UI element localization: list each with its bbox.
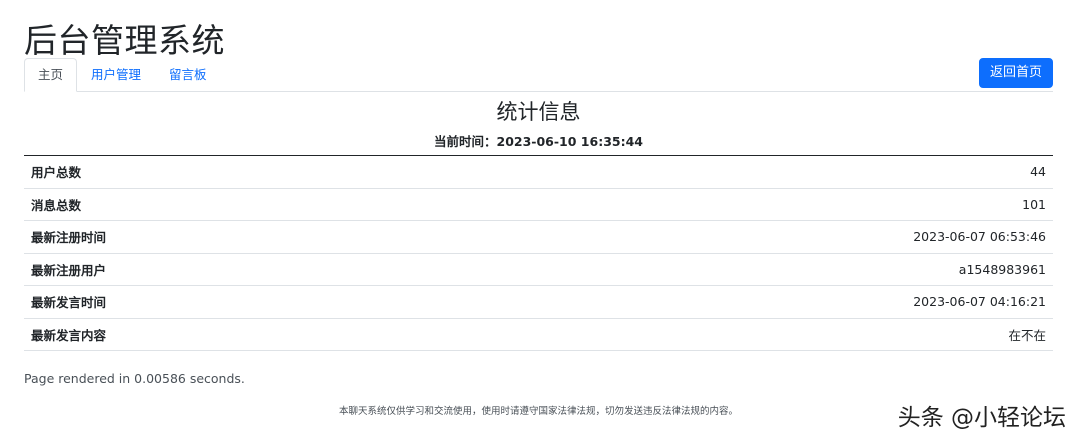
table-row: 最新注册用户 a1548983961 bbox=[24, 253, 1053, 286]
row-value-latest-register-user: a1548983961 bbox=[412, 253, 1053, 286]
back-to-home-button[interactable]: 返回首页 bbox=[978, 58, 1053, 88]
row-label-latest-post-content: 最新发言内容 bbox=[24, 318, 413, 351]
row-label-total-messages: 消息总数 bbox=[24, 188, 413, 221]
row-value-latest-post-content: 在不在 bbox=[412, 318, 1053, 351]
row-label-latest-register-user: 最新注册用户 bbox=[24, 253, 413, 286]
app-title: 后台管理系统 bbox=[24, 21, 225, 60]
row-value-total-messages: 101 bbox=[412, 188, 1053, 221]
current-time: 当前时间：2023-06-10 16:35:44 bbox=[24, 131, 1053, 150]
current-time-value: 2023-06-10 16:35:44 bbox=[496, 134, 644, 149]
stats-title: 统计信息 bbox=[496, 100, 581, 124]
row-value-latest-post-time: 2023-06-07 04:16:21 bbox=[412, 285, 1053, 319]
row-label-latest-register-time: 最新注册时间 bbox=[24, 220, 413, 254]
row-value-latest-register-time: 2023-06-07 06:53:46 bbox=[412, 220, 1053, 254]
table-row: 最新发言时间 2023-06-07 04:16:21 bbox=[24, 285, 1053, 319]
table-row: 最新注册时间 2023-06-07 06:53:46 bbox=[24, 220, 1053, 254]
watermark: 头条 @小轻论坛 bbox=[897, 405, 1066, 431]
table-row: 最新发言内容 在不在 bbox=[24, 318, 1053, 351]
stats-table: 用户总数 44 消息总数 101 最新注册时间 2023-06-07 06:53… bbox=[24, 155, 1053, 351]
tab-home[interactable]: 主页 bbox=[24, 58, 78, 92]
table-row: 用户总数 44 bbox=[24, 155, 1053, 189]
row-label-total-users: 用户总数 bbox=[24, 155, 413, 189]
nav-tabs: 主页 用户管理 留言板 bbox=[24, 58, 1053, 92]
tab-message-board[interactable]: 留言板 bbox=[155, 58, 221, 92]
table-row: 消息总数 101 bbox=[24, 188, 1053, 221]
row-label-latest-post-time: 最新发言时间 bbox=[24, 285, 413, 319]
render-time-info: Page rendered in 0.00586 seconds. bbox=[24, 371, 245, 386]
current-time-label: 当前时间： bbox=[433, 134, 497, 149]
row-value-total-users: 44 bbox=[412, 155, 1053, 189]
tab-user-management[interactable]: 用户管理 bbox=[77, 58, 155, 92]
